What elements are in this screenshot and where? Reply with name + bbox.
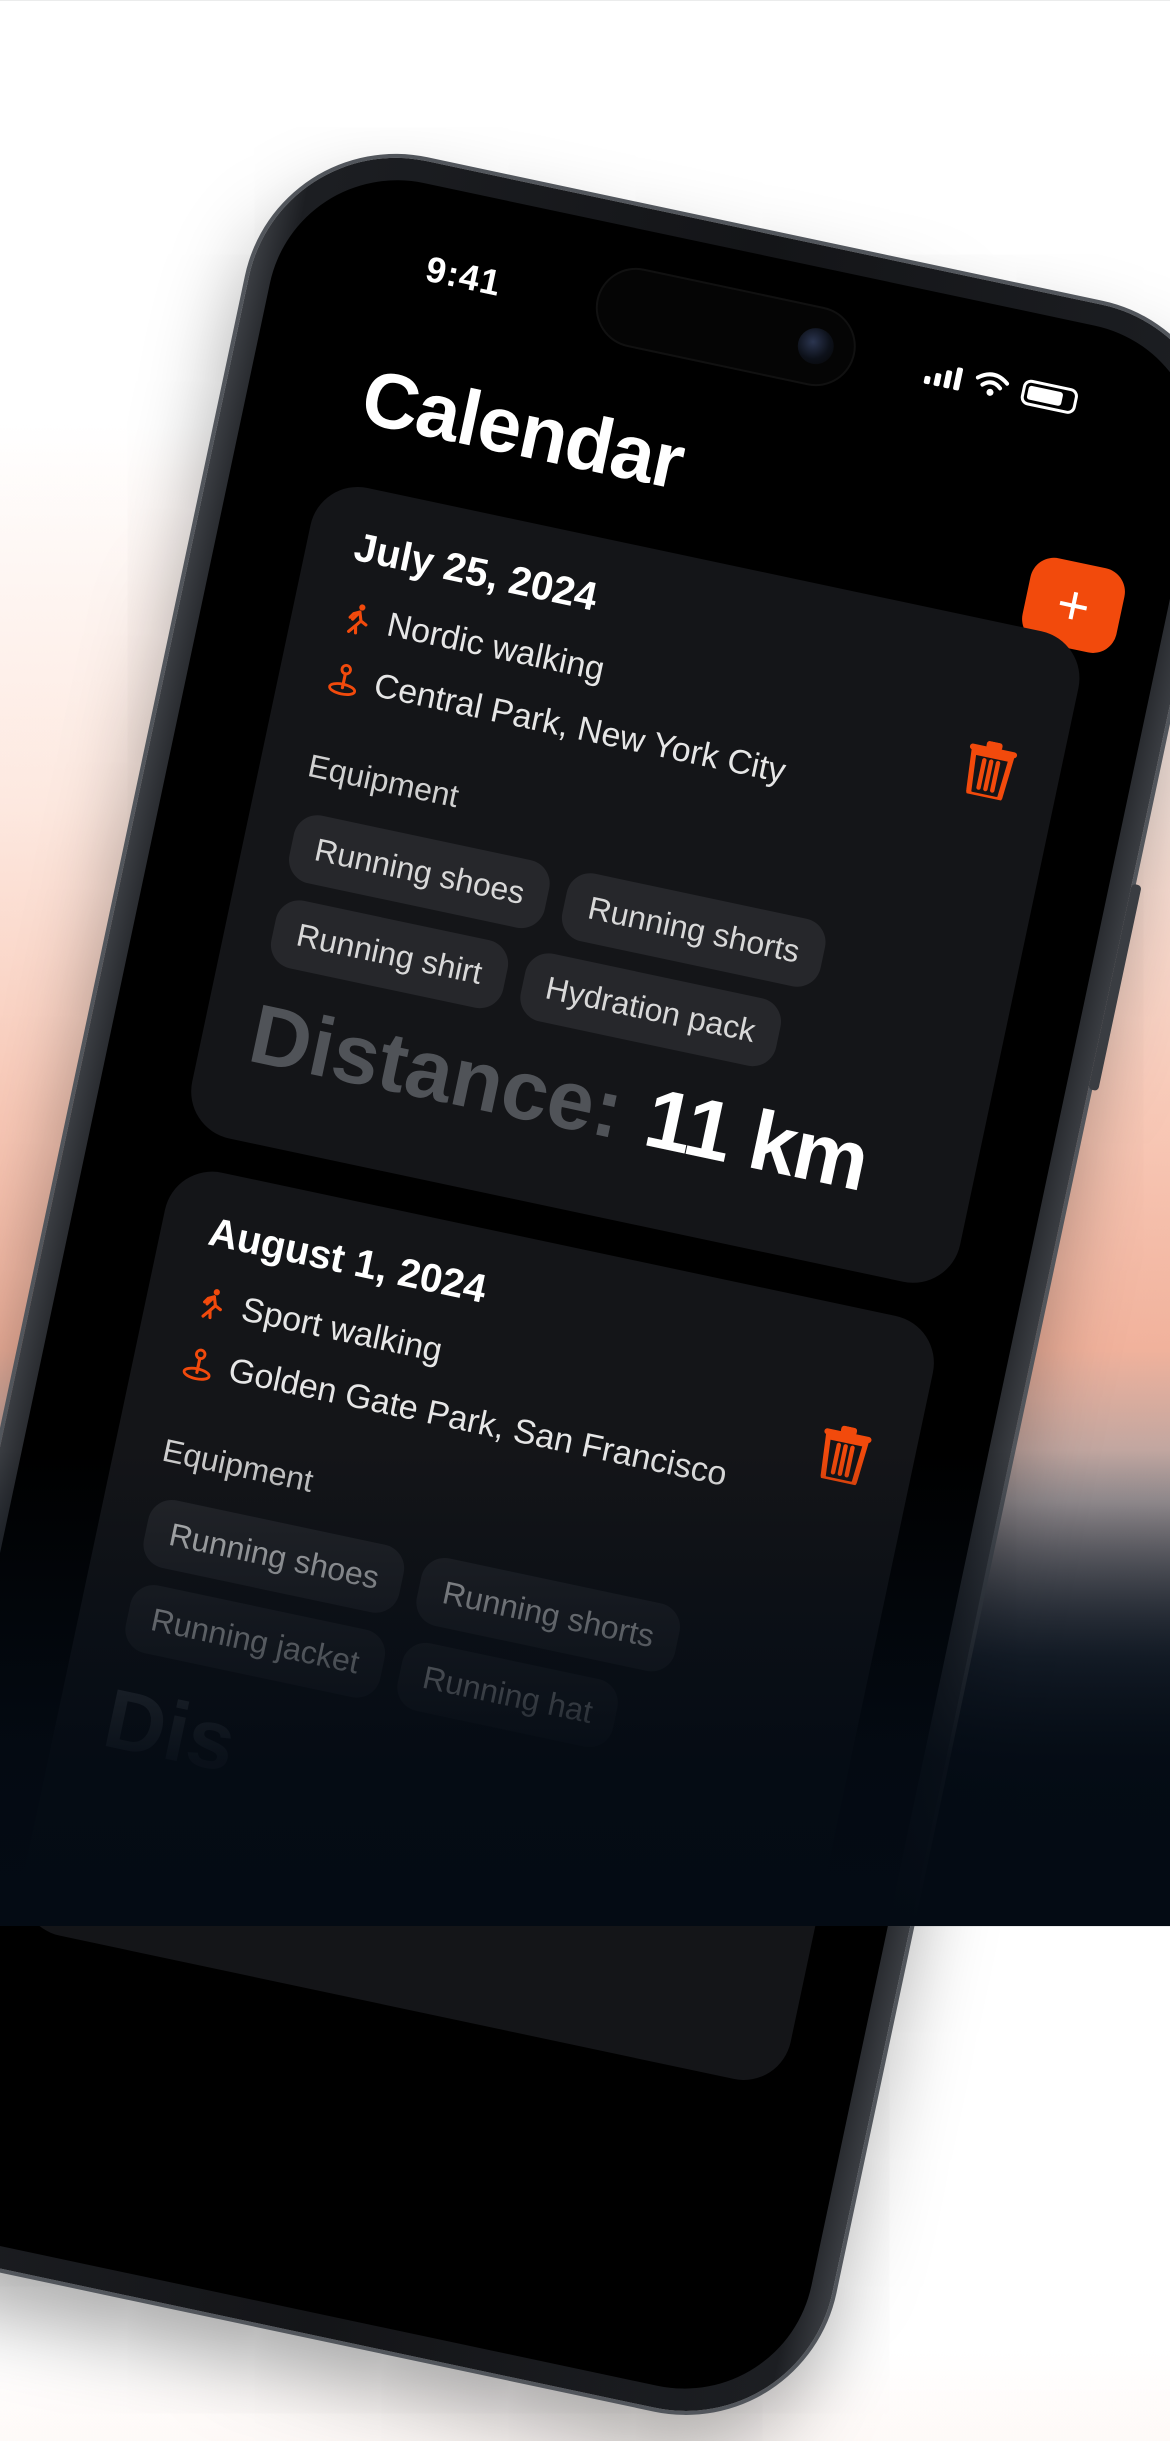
distance-value: 11 km xyxy=(637,1069,876,1209)
trash-icon[interactable] xyxy=(813,1421,876,1487)
phone-frame: 9:41 Calendar + July 25, 2024 Nordic wal… xyxy=(0,130,1170,2439)
walking-person-icon xyxy=(201,1288,223,1319)
map-pin-icon xyxy=(328,663,357,696)
equipment-label: Equipment xyxy=(304,747,463,815)
page-title: Calendar xyxy=(354,352,692,506)
camera-icon xyxy=(794,324,838,368)
status-time: 9:41 xyxy=(422,247,506,304)
battery-icon xyxy=(1019,378,1080,416)
equipment-label: Equipment xyxy=(159,1431,317,1499)
map-pin-icon xyxy=(182,1348,211,1381)
distance-row: Dis xyxy=(96,1670,244,1792)
walking-person-icon xyxy=(347,603,368,634)
calendar-entry-card[interactable]: August 1, 2024 Sport walking Golden Gate… xyxy=(12,1162,943,2089)
trash-icon[interactable] xyxy=(958,737,1021,803)
app-screen: 9:41 Calendar + July 25, 2024 Nordic wal… xyxy=(0,156,1170,2413)
calendar-entry-card[interactable]: July 25, 2024 Nordic walking Central Par… xyxy=(182,478,1089,1292)
status-icons xyxy=(923,358,1080,416)
distance-label: Dis xyxy=(96,1670,244,1790)
wifi-icon xyxy=(975,372,1010,396)
signal-icon xyxy=(923,361,964,391)
dynamic-island xyxy=(590,262,861,392)
